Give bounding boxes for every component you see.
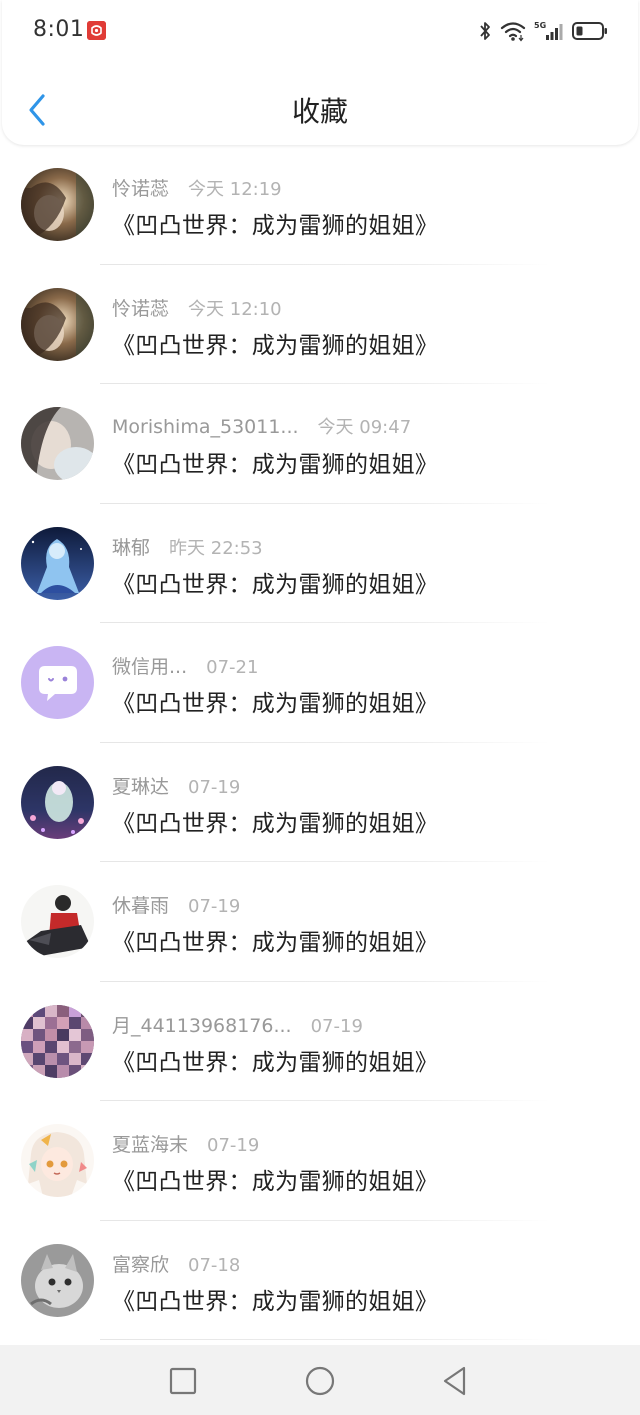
avatar-cat[interactable]	[21, 1243, 94, 1317]
favorite-item[interactable]: 富察欣 07-18 《凹凸世界：成为雷狮的姐姐》	[0, 1221, 640, 1340]
item-meta: 夏琳达 07-19	[112, 772, 240, 799]
favorite-item[interactable]: 月_44113968176... 07-19 《凹凸世界：成为雷狮的姐姐》	[0, 982, 640, 1101]
battery-icon	[572, 21, 608, 41]
username[interactable]: 月_44113968176...	[112, 1011, 292, 1038]
timestamp: 今天 09:47	[317, 417, 412, 438]
book-title[interactable]: 《凹凸世界：成为雷狮的姐姐》	[112, 1043, 438, 1077]
avatar-portrait-grey[interactable]	[21, 407, 94, 480]
username[interactable]: Morishima_53011...	[112, 416, 299, 438]
svg-text:5G: 5G	[534, 21, 546, 30]
item-meta: 休暮雨 07-19	[112, 891, 240, 918]
status-bar: 8:01 5G	[2, 0, 638, 62]
item-meta: 琳郁 昨天 22:53	[112, 533, 263, 560]
signal-5g-icon: 5G	[534, 20, 564, 42]
item-meta: 怜诺蕊 今天 12:10	[112, 294, 282, 321]
book-title[interactable]: 《凹凸世界：成为雷狮的姐姐》	[112, 565, 438, 599]
username[interactable]: 琳郁	[112, 533, 150, 560]
bluetooth-icon	[478, 20, 492, 42]
recent-apps-button[interactable]	[167, 1365, 199, 1397]
wifi-icon	[500, 20, 526, 42]
timestamp: 07-21	[206, 657, 259, 678]
favorite-item[interactable]: 夏蓝海末 07-19 《凹凸世界：成为雷狮的姐姐》	[0, 1101, 640, 1221]
favorite-item[interactable]: 夏琳达 07-19 《凹凸世界：成为雷狮的姐姐》	[0, 743, 640, 862]
book-title[interactable]: 《凹凸世界：成为雷狮的姐姐》	[112, 684, 438, 718]
username[interactable]: 夏蓝海末	[112, 1130, 188, 1157]
timestamp: 今天 12:10	[188, 298, 282, 320]
item-meta: 微信用... 07-21	[112, 652, 258, 679]
book-title[interactable]: 《凹凸世界：成为雷狮的姐姐》	[112, 804, 438, 838]
item-meta: 夏蓝海末 07-19	[112, 1130, 259, 1157]
book-title[interactable]: 《凹凸世界：成为雷狮的姐姐》	[112, 923, 438, 957]
username[interactable]: 休暮雨	[112, 891, 169, 918]
username[interactable]: 怜诺蕊	[112, 294, 169, 321]
username[interactable]: 微信用...	[112, 652, 187, 679]
favorite-item[interactable]: 怜诺蕊 今天 12:19 《凹凸世界：成为雷狮的姐姐》	[0, 145, 640, 265]
avatar-anime-girl[interactable]	[21, 1124, 94, 1197]
book-title[interactable]: 《凹凸世界：成为雷狮的姐姐》	[112, 1282, 438, 1316]
favorite-item[interactable]: 休暮雨 07-19 《凹凸世界：成为雷狮的姐姐》	[0, 862, 640, 982]
avatar-mosaic[interactable]	[21, 1004, 94, 1078]
system-back-button[interactable]	[440, 1365, 472, 1397]
status-icons: 5G	[478, 19, 608, 43]
app-notification-icon	[87, 21, 106, 40]
username[interactable]: 怜诺蕊	[112, 174, 169, 201]
timestamp: 07-19	[188, 776, 241, 798]
username[interactable]: 富察欣	[112, 1250, 169, 1277]
avatar-anime-blue[interactable]	[21, 526, 94, 600]
home-button[interactable]	[304, 1365, 336, 1397]
header-card: 8:01 5G 收藏	[2, 0, 638, 145]
avatar-anime-night[interactable]	[21, 765, 94, 839]
book-title[interactable]: 《凹凸世界：成为雷狮的姐姐》	[112, 326, 438, 360]
timestamp: 07-19	[207, 1135, 260, 1156]
item-meta: 富察欣 07-18	[112, 1250, 240, 1277]
favorite-item[interactable]: 琳郁 昨天 22:53 《凹凸世界：成为雷狮的姐姐》	[0, 504, 640, 623]
item-meta: 月_44113968176... 07-19	[112, 1011, 363, 1038]
avatar-anime-red[interactable]	[21, 885, 94, 958]
timestamp: 今天 12:19	[188, 179, 282, 200]
triangle-back-icon	[443, 1366, 466, 1396]
item-meta: Morishima_53011... 今天 09:47	[112, 413, 411, 439]
timestamp: 07-19	[310, 1015, 363, 1037]
square-icon	[169, 1367, 197, 1395]
system-nav-bar	[0, 1345, 640, 1415]
book-title[interactable]: 《凹凸世界：成为雷狮的姐姐》	[112, 445, 438, 479]
timestamp: 07-19	[188, 896, 241, 917]
timestamp: 07-18	[188, 1254, 241, 1276]
status-time: 8:01	[33, 17, 85, 42]
item-meta: 怜诺蕊 今天 12:19	[112, 174, 282, 201]
divider	[100, 1339, 550, 1340]
favorites-screen: 8:01 5G 收藏 怜诺蕊 今天 12:19 《凹凸世界：成为雷狮的姐姐》 怜…	[0, 0, 640, 1415]
book-title[interactable]: 《凹凸世界：成为雷狮的姐姐》	[112, 206, 438, 240]
favorite-item[interactable]: 微信用... 07-21 《凹凸世界：成为雷狮的姐姐》	[0, 623, 640, 743]
avatar-portrait-dark[interactable]	[21, 168, 94, 241]
favorite-item[interactable]: 怜诺蕊 今天 12:10 《凹凸世界：成为雷狮的姐姐》	[0, 265, 640, 384]
circle-icon	[305, 1366, 335, 1396]
favorite-item[interactable]: Morishima_53011... 今天 09:47 《凹凸世界：成为雷狮的姐…	[0, 384, 640, 504]
book-title[interactable]: 《凹凸世界：成为雷狮的姐姐》	[112, 1162, 438, 1196]
timestamp: 昨天 22:53	[169, 537, 263, 559]
page-title: 收藏	[291, 95, 348, 128]
username[interactable]: 夏琳达	[112, 772, 169, 799]
wechat-default-icon[interactable]	[21, 646, 94, 719]
avatar-portrait-dark[interactable]	[21, 287, 94, 361]
